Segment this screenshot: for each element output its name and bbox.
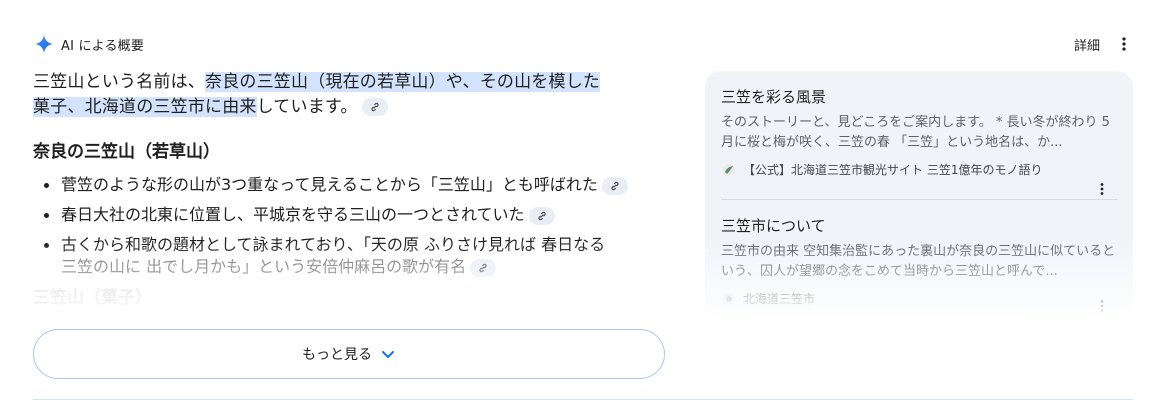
link-icon — [537, 211, 546, 220]
list-item: 春日大社の北東に位置し、平城京を守る三山の一つとされていた — [33, 204, 673, 226]
source-link-chip[interactable] — [528, 206, 555, 225]
bullet-list: 菅笠のような形の山が3つ重なって見えることから「三笠山」とも呼ばれた 春日大社の… — [33, 174, 673, 278]
overview-body: 三笠山という名前は、奈良の三笠山（現在の若草山）や、その山を模した菓子、北海道の… — [33, 70, 673, 310]
intro-text: 三笠山という名前は、 — [33, 72, 205, 92]
source-site: 【公式】北海道三笠市観光サイト 三笠1億年のモノ語り — [721, 161, 1117, 178]
ai-overview: AI による概要 詳細 三笠山という名前は、奈良の三笠山（現在の若草山）や、その… — [0, 0, 1152, 407]
source-snippet: そのストーリーと、見どころをご案内します。 * 長い冬が終わり 5月に桜と梅が咲… — [721, 115, 1110, 150]
source-title[interactable]: 三笠を彩る風景 — [721, 87, 1117, 107]
intro-highlight: 菓子、北海道の三笠市に由来 — [33, 97, 257, 117]
show-more-button[interactable]: もっと見る — [33, 329, 665, 379]
link-icon — [371, 102, 379, 112]
show-more-label: もっと見る — [302, 347, 372, 363]
source-snippet: 三笠市の由来 空知集治監にあった裏山が奈良の三笠山に似ているという、囚人が望郷の… — [721, 244, 1116, 279]
section-heading: 三笠山（菓子） — [33, 288, 152, 308]
source-link-chip[interactable] — [601, 176, 628, 195]
link-icon — [479, 263, 487, 272]
link-icon — [611, 181, 619, 190]
site-favicon-icon — [723, 292, 735, 305]
source-title[interactable]: 三笠市について — [721, 216, 1117, 236]
intro-text: しています。 — [256, 97, 358, 117]
list-item: 菅笠のような形の山が3つ重なって見えることから「三笠山」とも呼ばれた — [33, 174, 673, 196]
more-options-icon[interactable] — [1118, 36, 1130, 52]
source-link-chip[interactable] — [361, 98, 388, 116]
source-site-name: 北海道三笠市 — [743, 292, 816, 306]
source-card[interactable]: 三笠を彩る風景 そのストーリーと、見どころをご案内します。 * 長い冬が終わり … — [721, 87, 1117, 195]
list-item: 古くから和歌の題材として詠まれており、「天の原 ふりさけ見れば 春日なる 三笠の山… — [33, 234, 673, 278]
site-favicon-icon — [723, 163, 735, 176]
section-heading: 奈良の三笠山（若草山） — [33, 142, 220, 162]
bullet-text: 三笠の山に 出でし月かも」という安倍仲麻呂の歌が有名 — [61, 257, 467, 276]
ai-overview-header: AI による概要 — [33, 33, 144, 55]
bullet-text: 古くから和歌の題材として詠まれており、「天の原 ふりさけ見れば 春日なる — [61, 235, 606, 254]
divider — [33, 399, 1133, 400]
bullet-text: 菅笠のような形の山が3つ重なって見えることから「三笠山」とも呼ばれた — [61, 175, 598, 194]
source-site: 北海道三笠市 — [721, 290, 1117, 307]
more-options-icon[interactable] — [1097, 298, 1107, 312]
ai-overview-title: AI による概要 — [61, 38, 145, 54]
intro-highlight: 奈良の三笠山（現在の若草山）や、その山を模した — [205, 72, 601, 92]
details-link[interactable]: 詳細 — [1074, 35, 1100, 54]
sources-panel: 三笠を彩る風景 そのストーリーと、見どころをご案内します。 * 長い冬が終わり … — [705, 71, 1133, 316]
chevron-down-icon — [382, 351, 394, 358]
source-site-name: 【公式】北海道三笠市観光サイト 三笠1億年のモノ語り — [743, 163, 1043, 177]
gemini-sparkle-icon — [33, 33, 55, 55]
more-options-icon[interactable] — [1097, 181, 1107, 195]
bullet-text: 春日大社の北東に位置し、平城京を守る三山の一つとされていた — [61, 205, 525, 224]
source-card[interactable]: 三笠市について 三笠市の由来 空知集治監にあった裏山が奈良の三笠山に似ているとい… — [721, 216, 1117, 312]
overview-intro: 三笠山という名前は、奈良の三笠山（現在の若草山）や、その山を模した菓子、北海道の… — [33, 70, 673, 120]
source-divider — [721, 199, 1117, 200]
source-link-chip[interactable] — [470, 258, 497, 277]
